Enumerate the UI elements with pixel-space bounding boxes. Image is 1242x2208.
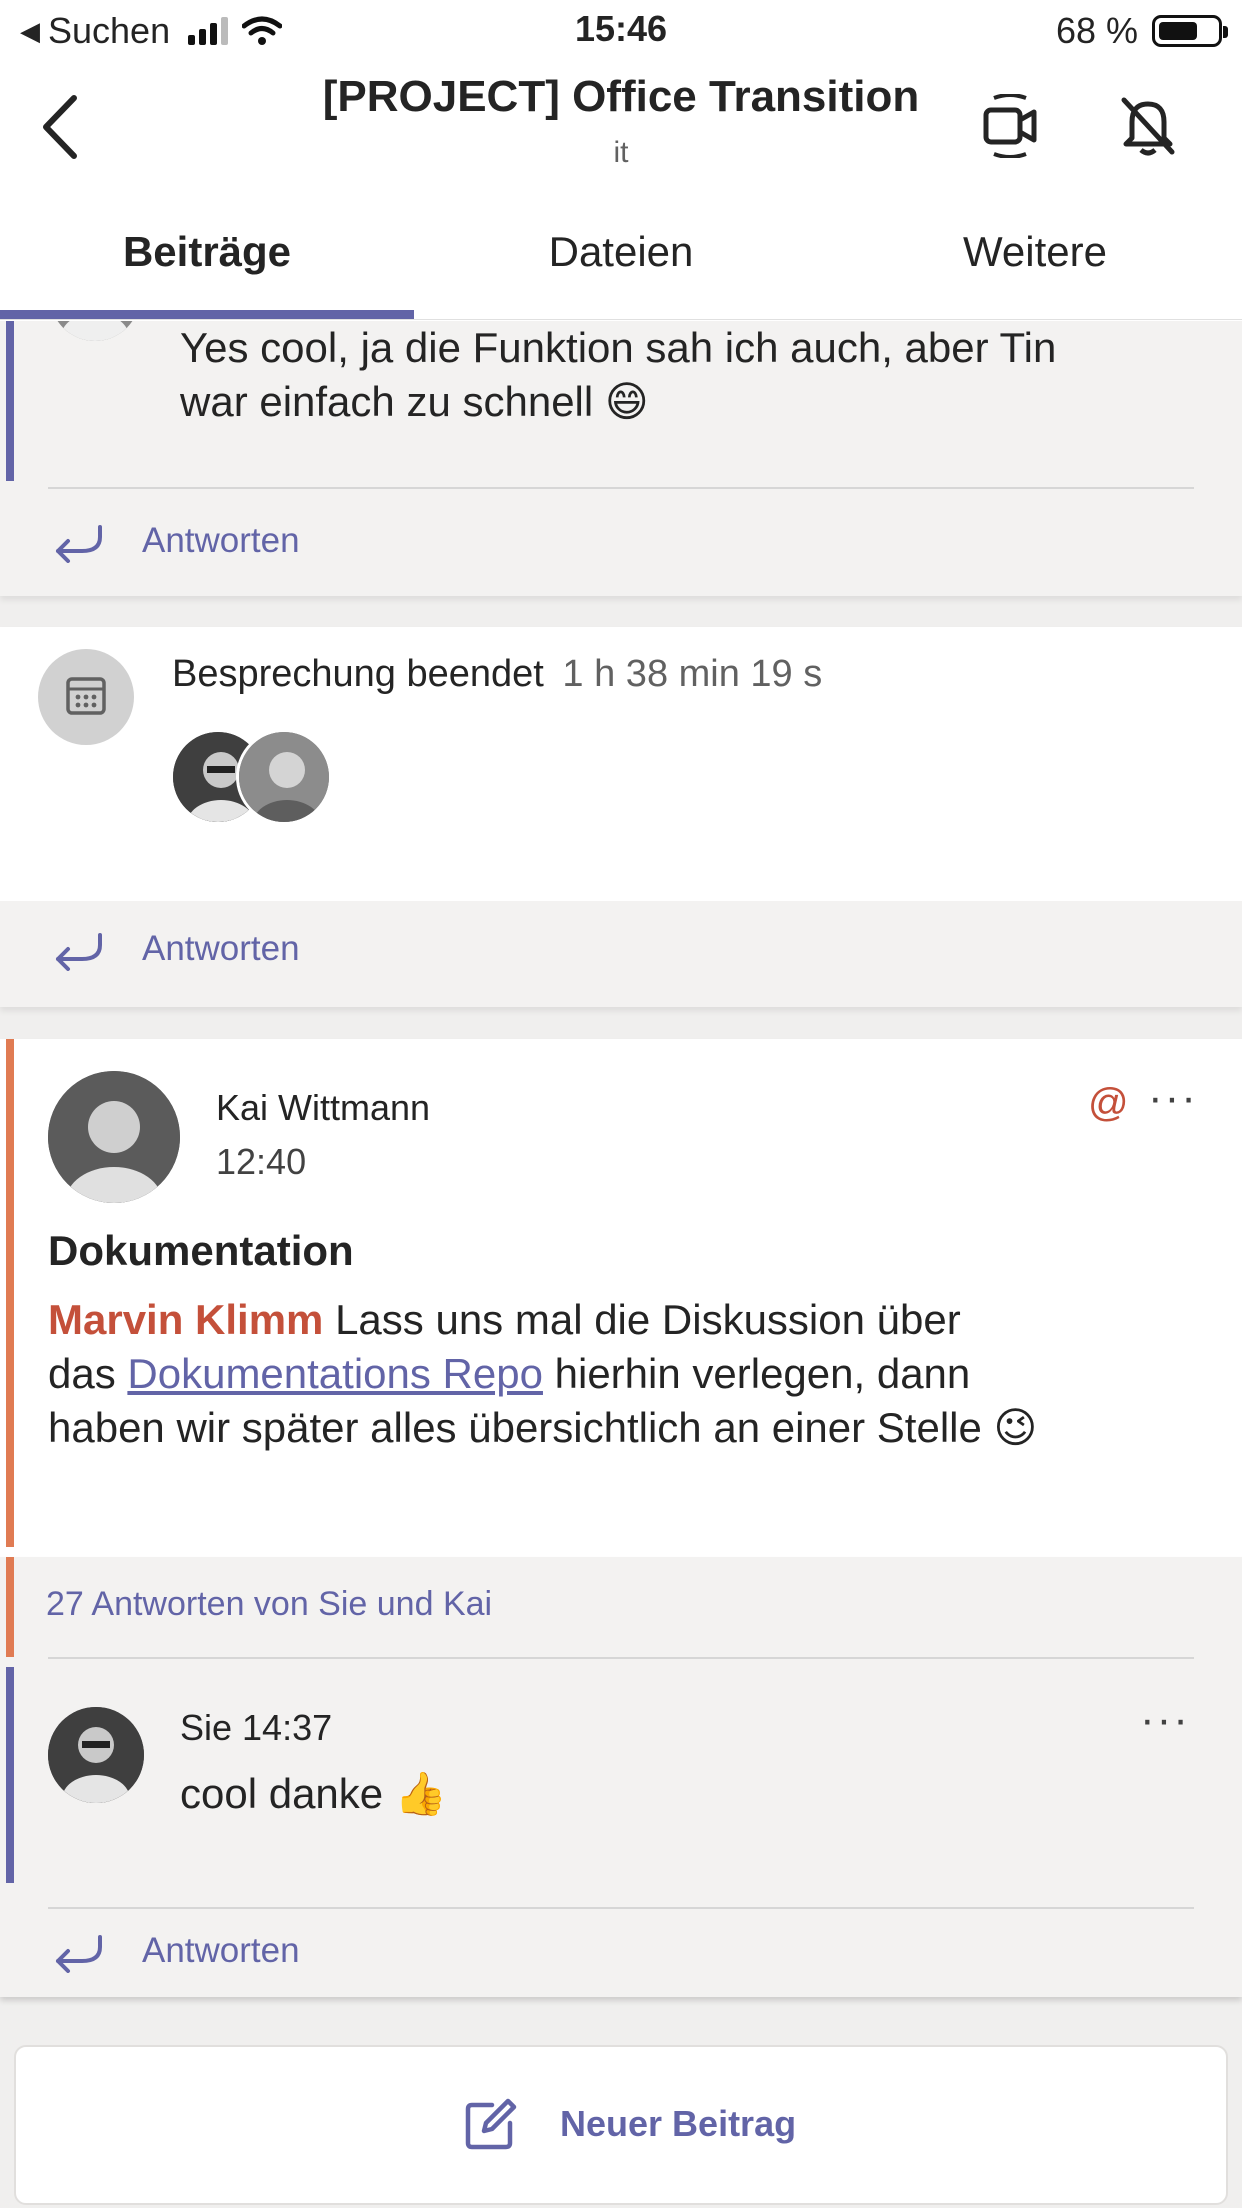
reply-author-time: Sie 14:37 xyxy=(180,1707,333,1748)
tab-beitraege[interactable]: Beiträge xyxy=(0,192,414,319)
thread-accent-bar xyxy=(6,321,14,481)
post-text: Lass uns mal die Diskussion über xyxy=(323,1296,961,1343)
divider xyxy=(48,1657,1194,1659)
more-options-icon[interactable]: ··· xyxy=(1140,1695,1190,1745)
avatar xyxy=(50,321,140,341)
post-body: Marvin Klimm Lass uns mal die Diskussion… xyxy=(48,1293,1198,1455)
repo-link[interactable]: Dokumentations Repo xyxy=(127,1350,543,1397)
battery-percent: 68 % xyxy=(1055,10,1138,51)
video-call-icon[interactable] xyxy=(980,94,1040,158)
reply-label: Antworten xyxy=(142,521,300,560)
calendar-icon xyxy=(38,649,134,745)
post-subject: Dokumentation xyxy=(48,1227,354,1274)
compose-icon xyxy=(465,2098,517,2150)
battery-fill xyxy=(1159,22,1197,40)
reply-button[interactable]: Antworten xyxy=(0,901,1242,1007)
post-author[interactable]: Kai Wittmann xyxy=(216,1087,430,1129)
thread-accent-bar xyxy=(6,1667,14,1883)
meeting-title: Besprechung beendet xyxy=(172,653,544,695)
channel-tabs: Beiträge Dateien Weitere xyxy=(0,192,1242,320)
tab-dateien[interactable]: Dateien xyxy=(414,192,828,319)
avatar xyxy=(48,1707,144,1803)
thumbs-up-emoji: 👍 xyxy=(394,1770,448,1817)
status-bar: ◀ Suchen 15:46 68 % xyxy=(0,0,1242,62)
mention-accent-bar xyxy=(6,1039,14,1547)
grinning-emoji: 😄 xyxy=(604,378,649,425)
team-name: it xyxy=(613,136,629,169)
replies-section: 27 Antworten von Sie und Kai Sie 14:37 ·… xyxy=(0,1557,1242,1997)
channel-header: [PROJECT] Office Transition it xyxy=(0,62,1242,192)
bell-off-icon[interactable] xyxy=(1118,94,1178,158)
reply-arrow-icon xyxy=(56,1935,102,1973)
new-post-button[interactable]: Neuer Beitrag xyxy=(14,2045,1228,2205)
reply-button[interactable]: Antworten xyxy=(0,493,1242,593)
message-line: Yes cool, ja die Funktion sah ich auch, … xyxy=(180,324,1057,371)
post-text: das xyxy=(48,1350,128,1397)
reply-button[interactable]: Antworten xyxy=(0,1909,1242,1997)
battery-icon xyxy=(1152,15,1228,47)
meeting-card: Besprechung beendet 1 h 38 min 19 s Antw… xyxy=(0,627,1242,1007)
post-feed[interactable]: Yes cool, ja die Funktion sah ich auch, … xyxy=(0,321,1242,2041)
replies-summary-link[interactable]: 27 Antworten von Sie und Kai xyxy=(46,1585,492,1624)
reply-arrow-icon xyxy=(56,933,102,971)
reply-text: cool danke 👍 xyxy=(180,1767,447,1821)
winking-emoji: 😉 xyxy=(993,1404,1038,1451)
mention-accent-bar xyxy=(6,1557,14,1657)
post-text: hierhin verlegen, dann xyxy=(542,1350,971,1397)
avatar[interactable] xyxy=(48,1071,180,1203)
new-post-label: Neuer Beitrag xyxy=(560,2103,797,2144)
channel-title[interactable]: [PROJECT] Office Transition xyxy=(0,72,1242,122)
user-mention[interactable]: Marvin Klimm xyxy=(48,1296,323,1343)
more-options-icon[interactable]: ··· xyxy=(1148,1073,1198,1123)
post-time: 12:40 xyxy=(216,1141,307,1182)
reply-label: Antworten xyxy=(142,929,300,968)
post-text: haben wir später alles übersichtlich an … xyxy=(48,1404,982,1451)
message-line: war einfach zu schnell xyxy=(180,378,594,425)
tab-weitere[interactable]: Weitere xyxy=(828,192,1242,319)
message-text: Yes cool, ja die Funktion sah ich auch, … xyxy=(180,321,1056,429)
reply-label: Antworten xyxy=(142,1931,300,1970)
reply-arrow-icon xyxy=(56,525,102,563)
meeting-status: Besprechung beendet 1 h 38 min 19 s xyxy=(172,653,822,696)
divider xyxy=(48,487,1194,489)
mention-at-icon: @ xyxy=(1088,1081,1129,1125)
reply-message: cool danke xyxy=(180,1770,384,1817)
meeting-duration: 1 h 38 min 19 s xyxy=(562,653,823,695)
avatar xyxy=(236,729,332,825)
thread-card: Yes cool, ja die Funktion sah ich auch, … xyxy=(0,321,1242,596)
